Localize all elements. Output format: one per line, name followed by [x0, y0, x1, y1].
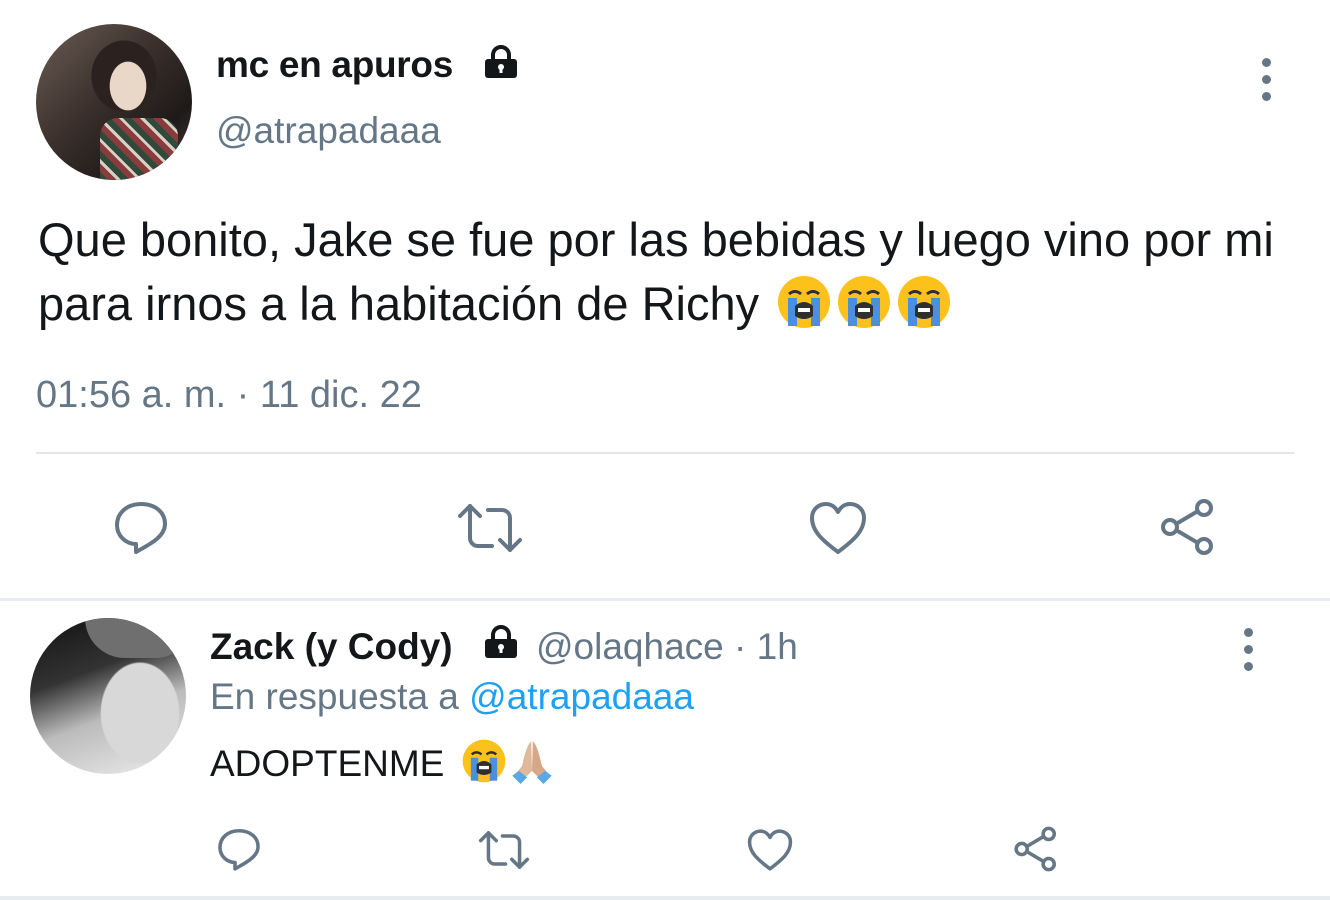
more-options-icon[interactable]: [1242, 628, 1254, 671]
like-icon[interactable]: [746, 828, 794, 872]
divider: [36, 452, 1294, 454]
tweet-text-body: Que bonito, Jake se fue por las bebidas …: [38, 213, 1274, 330]
reply-icon[interactable]: [216, 826, 262, 872]
reply-author-handle[interactable]: @olaqhace · 1h: [536, 626, 798, 668]
tweet-timestamp[interactable]: 01:56 a. m. · 11 dic. 22: [36, 374, 422, 417]
loudly-crying-face-emoji: [838, 276, 891, 328]
reply-text: ADOPTENME: [210, 738, 555, 785]
lock-icon: [485, 625, 517, 658]
reply-text-body: ADOPTENME: [210, 743, 445, 784]
like-icon[interactable]: [808, 500, 868, 556]
retweet-icon[interactable]: [454, 500, 526, 556]
folded-hands-emoji: [511, 741, 552, 784]
share-icon[interactable]: [1158, 498, 1218, 556]
more-options-icon[interactable]: [1260, 58, 1272, 101]
reply-context: En respuesta a @atrapadaaa: [210, 676, 694, 718]
lock-icon: [485, 45, 517, 78]
author-handle[interactable]: @atrapadaaa: [216, 110, 441, 152]
reply-icon[interactable]: [112, 498, 170, 556]
reply-author-avatar[interactable]: [30, 618, 186, 774]
loudly-crying-face-emoji: [778, 276, 831, 328]
author-avatar[interactable]: [36, 24, 192, 180]
loudly-crying-face-emoji: [462, 739, 505, 783]
reply-context-label: En respuesta a: [210, 676, 470, 717]
author-name[interactable]: mc en apuros: [216, 44, 453, 86]
tweet-text: Que bonito, Jake se fue por las bebidas …: [38, 208, 1308, 336]
divider: [0, 896, 1330, 900]
reply-author-name[interactable]: Zack (y Cody): [210, 626, 453, 668]
share-icon[interactable]: [1012, 826, 1060, 872]
retweet-icon[interactable]: [476, 828, 532, 872]
reply-mention-link[interactable]: @atrapadaaa: [469, 676, 694, 717]
loudly-crying-face-emoji: [898, 276, 951, 328]
thread-separator: [0, 598, 1330, 601]
